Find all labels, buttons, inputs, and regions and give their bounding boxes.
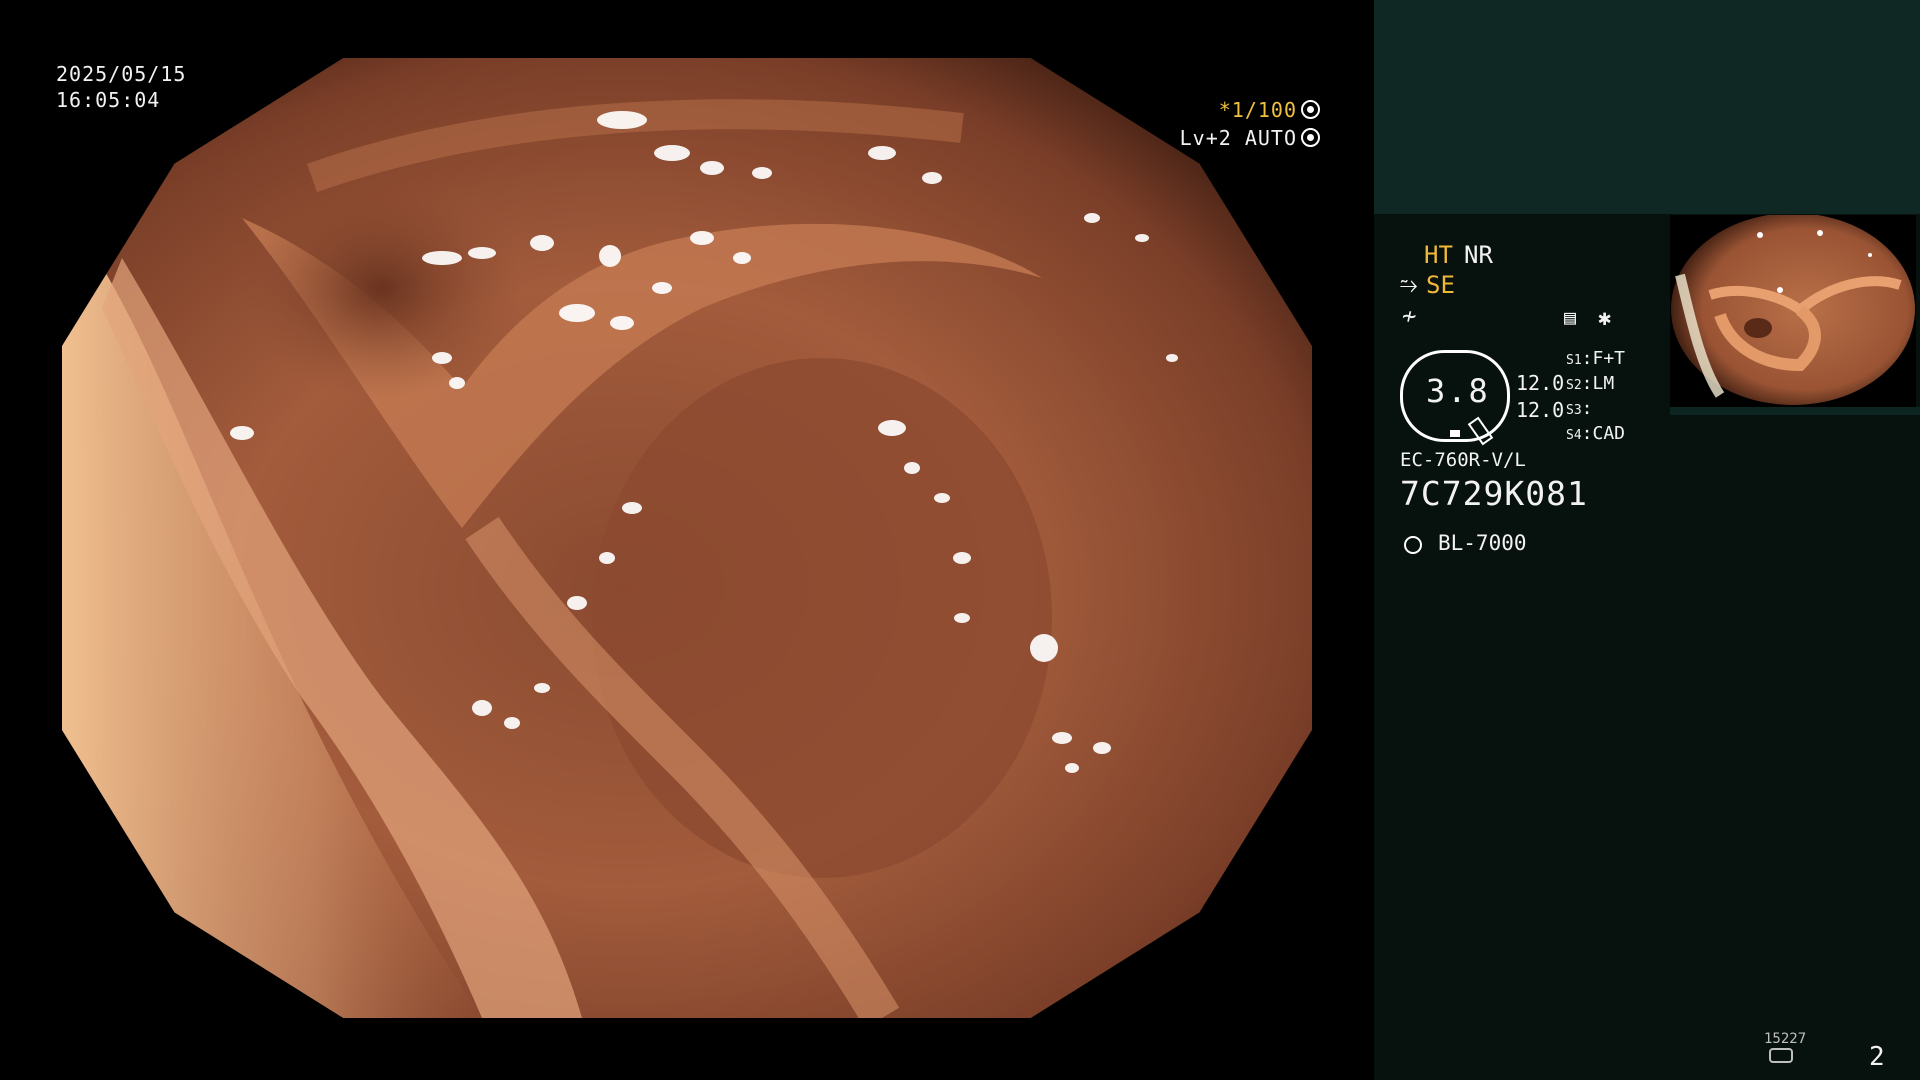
iris-value: 3.8 <box>1426 372 1490 410</box>
thumbnail-caption-bar <box>1670 407 1920 415</box>
iris-marker-icon <box>1450 430 1460 437</box>
scope-switch-key: S4 <box>1566 428 1582 443</box>
scope-switch-label: F+T <box>1592 348 1626 369</box>
shutter-speed: *1/100 <box>1219 98 1320 122</box>
exam-date: 2025/05/15 <box>56 62 187 86</box>
scope-switch-key: S2 <box>1566 378 1582 393</box>
record-icon: ▤ <box>1564 305 1577 329</box>
shutter-icon <box>1301 100 1320 119</box>
light-source-icon <box>1404 536 1422 554</box>
structure-enhance-icon: ⥲ <box>1400 273 1418 298</box>
gain-value-2: 12.0 <box>1516 398 1565 422</box>
info-panel-header <box>1374 0 1920 214</box>
scope-switch-label: CAD <box>1592 423 1626 444</box>
scope-switch-label: LM <box>1592 373 1615 394</box>
scope-model: EC-760R-V/L <box>1400 449 1526 471</box>
enhancement-ht: HT <box>1424 241 1453 269</box>
brightness-level: Lv+2 AUTO <box>1180 126 1320 150</box>
gain-value-1: 12.0 <box>1516 371 1565 395</box>
scope-switch-3: S3: <box>1566 398 1593 419</box>
exam-time: 16:05:04 <box>56 88 161 112</box>
brightness-level-label: Lv+2 AUTO <box>1179 126 1297 150</box>
info-panel: HT NR ⥲ SE ≁ ▤ ✱ 3.8 12.0 12.0 S1:F+T S2… <box>1374 0 1920 1080</box>
thumbnail-preview <box>1670 215 1916 415</box>
scope-switch-key: S1 <box>1566 353 1582 368</box>
scope-serial: 7C729K081 <box>1400 474 1588 513</box>
page-number: 2 <box>1869 1042 1885 1072</box>
enhancement-se: SE <box>1426 271 1455 299</box>
scope-switch-1: S1:F+T <box>1566 348 1626 369</box>
scope-switch-key: S3 <box>1566 403 1582 418</box>
scope-switch-2: S2:LM <box>1566 373 1615 394</box>
storage-count: 15227 <box>1764 1031 1807 1047</box>
auto-iris-icon <box>1301 128 1320 147</box>
frequency-icon: ≁ <box>1402 302 1417 330</box>
storage-icon <box>1769 1048 1793 1063</box>
light-source-model: BL-7000 <box>1438 531 1527 555</box>
endoscopy-monitor: 2025/05/15 16:05:04 *1/100 Lv+2 AUTO HT … <box>0 0 1920 1080</box>
endoscopic-image <box>62 58 1312 1018</box>
asterisk-icon: ✱ <box>1598 306 1612 331</box>
enhancement-nr: NR <box>1464 241 1493 269</box>
shutter-speed-label: *1/100 <box>1218 98 1297 122</box>
scope-switch-4: S4:CAD <box>1566 423 1626 444</box>
